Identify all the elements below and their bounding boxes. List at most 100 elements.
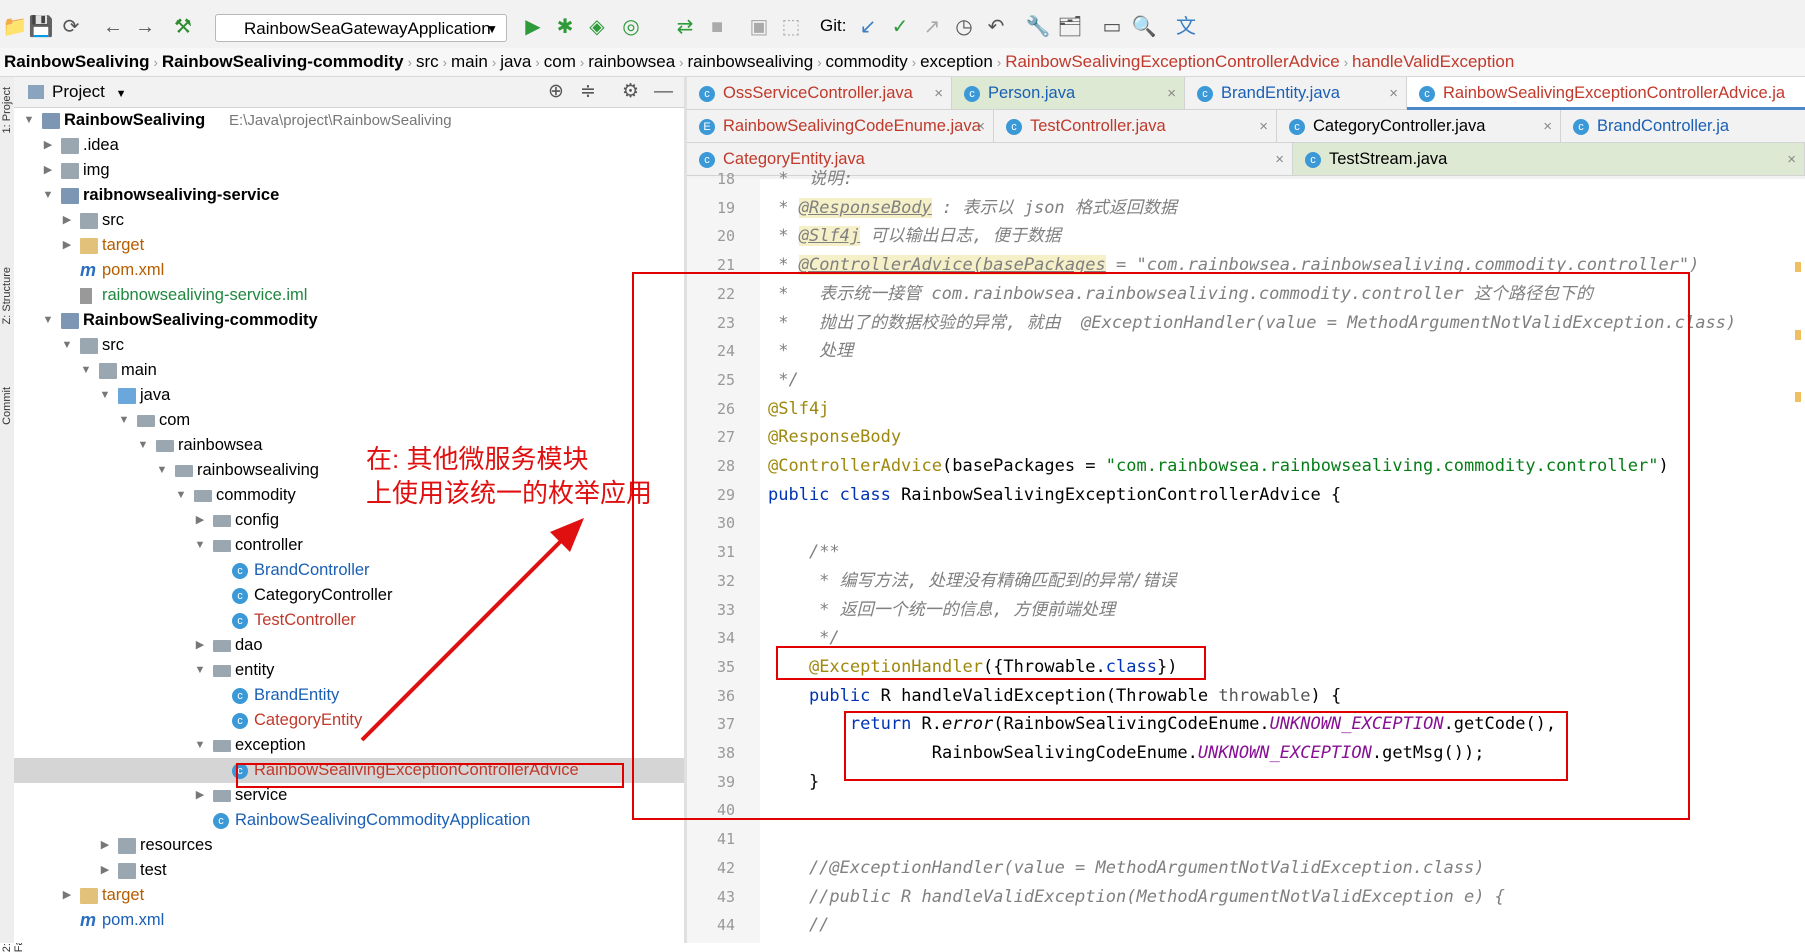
breadcrumb-item[interactable]: java: [496, 52, 535, 71]
close-icon[interactable]: ×: [1275, 143, 1284, 175]
tree-item[interactable]: ▶ .idea: [14, 133, 684, 158]
breadcrumb-item[interactable]: RainbowSealiving-commodity: [158, 52, 408, 71]
tree-item[interactable]: ▶ target: [14, 883, 684, 908]
forward-icon[interactable]: →: [132, 14, 158, 40]
git-commit-icon[interactable]: ✓: [887, 14, 913, 40]
project-tool-tab[interactable]: 1: Project: [1, 87, 13, 133]
breadcrumb-item[interactable]: rainbowsealiving: [684, 52, 818, 71]
tree-item[interactable]: ▶ img: [14, 158, 684, 183]
code-line[interactable]: * @ResponseBody : 表示以 json 格式返回数据: [768, 194, 1177, 222]
tree-item[interactable]: ▼ exception: [14, 733, 684, 758]
tree-item[interactable]: c BrandEntity: [14, 683, 684, 708]
gear-icon[interactable]: ⚙: [622, 77, 639, 107]
warning-marker[interactable]: [1795, 392, 1801, 402]
tree-item[interactable]: ▼ raibnowsealiving-service: [14, 183, 684, 208]
tree-item[interactable]: ▶ target: [14, 233, 684, 258]
breadcrumb-item[interactable]: com: [540, 52, 580, 71]
chevron-down-icon[interactable]: ▼: [41, 308, 55, 333]
tree-item[interactable]: raibnowsealiving-service.iml: [14, 283, 684, 308]
breadcrumb-item[interactable]: commodity: [822, 52, 912, 71]
tree-item[interactable]: ▼ src: [14, 333, 684, 358]
git-update-icon[interactable]: ↙: [855, 14, 881, 40]
chevron-down-icon[interactable]: ▼: [193, 533, 207, 558]
project-structure-icon[interactable]: ⬚: [778, 14, 804, 40]
chevron-right-icon[interactable]: ▶: [98, 833, 112, 858]
back-icon[interactable]: ←: [100, 14, 126, 40]
hide-icon[interactable]: —: [654, 77, 673, 107]
structure-tool-tab[interactable]: Z: Structure: [1, 267, 13, 324]
search-icon[interactable]: 🔍: [1131, 14, 1157, 40]
breadcrumb-item[interactable]: rainbowsea: [584, 52, 679, 71]
tree-item[interactable]: ▼ com: [14, 408, 684, 433]
tree-item[interactable]: c TestController: [14, 608, 684, 633]
tree-item[interactable]: ▶ src: [14, 208, 684, 233]
chevron-down-icon[interactable]: ▼: [79, 358, 93, 383]
tree-item[interactable]: ▶ test: [14, 858, 684, 883]
chevron-right-icon[interactable]: ▶: [60, 233, 74, 258]
open-folder-icon[interactable]: 📁: [2, 14, 28, 40]
tree-item[interactable]: ▼ java: [14, 383, 684, 408]
build-project-icon[interactable]: ▣: [746, 14, 772, 40]
chevron-right-icon[interactable]: ▶: [98, 858, 112, 883]
code-line[interactable]: //@ExceptionHandler(value = MethodArgume…: [768, 854, 1485, 882]
tree-item[interactable]: ▼ main: [14, 358, 684, 383]
tree-item[interactable]: c CategoryController: [14, 583, 684, 608]
chevron-down-icon[interactable]: ▼: [193, 733, 207, 758]
profile-icon[interactable]: ◎: [618, 14, 644, 40]
close-icon[interactable]: ×: [1543, 110, 1552, 142]
tree-item[interactable]: ▼ RainbowSealiving E:\Java\project\Rainbow…: [14, 108, 684, 133]
chevron-right-icon[interactable]: ▶: [41, 133, 55, 158]
tree-item[interactable]: c RainbowSealivingCommodityApplication: [14, 808, 684, 833]
rollback-icon[interactable]: ↶: [983, 14, 1009, 40]
editor-tab[interactable]: c RainbowSealivingExceptionControllerAdvi…: [1407, 77, 1805, 110]
chevron-down-icon[interactable]: ▼: [136, 433, 150, 458]
code-line[interactable]: //public R handleValidException(MethodAr…: [768, 883, 1505, 911]
code-line[interactable]: * 说明:: [768, 165, 853, 193]
tree-item[interactable]: m pom.xml: [14, 258, 684, 283]
project-structure-folder-icon[interactable]: 🗂: [1057, 14, 1083, 40]
editor-tab[interactable]: c TestStream.java ×: [1293, 143, 1805, 176]
debug-icon[interactable]: ✱: [552, 14, 578, 40]
chevron-right-icon[interactable]: ▶: [193, 783, 207, 808]
close-icon[interactable]: ×: [1787, 143, 1796, 175]
code-line[interactable]: * @Slf4j 可以输出日志, 便于数据: [768, 222, 1061, 250]
close-icon[interactable]: ×: [1389, 77, 1398, 109]
editor-tab[interactable]: E RainbowSealivingCodeEnume.java ×: [687, 110, 994, 143]
attach-icon[interactable]: ⇄: [672, 14, 698, 40]
tree-item[interactable]: ▼ controller: [14, 533, 684, 558]
chevron-right-icon[interactable]: ▶: [41, 158, 55, 183]
chevron-right-icon[interactable]: ▶: [60, 208, 74, 233]
tree-item[interactable]: c BrandController: [14, 558, 684, 583]
editor-tab[interactable]: c OssServiceController.java ×: [687, 77, 952, 110]
history-icon[interactable]: ◷: [951, 14, 977, 40]
chevron-down-icon[interactable]: ▼: [60, 333, 74, 358]
close-icon[interactable]: ×: [1259, 110, 1268, 142]
stop-icon[interactable]: ■: [704, 14, 730, 40]
tree-item[interactable]: ▶ dao: [14, 633, 684, 658]
tree-item[interactable]: c CategoryEntity: [14, 708, 684, 733]
chevron-down-icon[interactable]: ▼: [174, 483, 188, 508]
warning-marker[interactable]: [1795, 262, 1801, 272]
save-icon[interactable]: 💾: [28, 14, 54, 40]
coverage-icon[interactable]: ◈: [584, 14, 610, 40]
terminal-icon[interactable]: ▭: [1099, 14, 1125, 40]
run-configuration-select[interactable]: RainbowSeaGatewayApplication ▼: [215, 14, 507, 42]
project-view-selector[interactable]: Project ▼: [52, 77, 127, 109]
breadcrumb-item[interactable]: exception: [916, 52, 997, 71]
commit-tool-tab[interactable]: Commit: [1, 387, 13, 425]
close-icon[interactable]: ×: [1167, 77, 1176, 109]
close-icon[interactable]: ×: [976, 110, 985, 142]
translate-icon[interactable]: 文: [1173, 14, 1199, 40]
chevron-down-icon[interactable]: ▼: [22, 108, 36, 133]
breadcrumb-item[interactable]: RainbowSealivingExceptionControllerAdvic…: [1001, 52, 1344, 71]
editor-tab[interactable]: cBrandController.ja×: [1561, 110, 1805, 143]
breadcrumb-item[interactable]: main: [447, 52, 492, 71]
locate-icon[interactable]: ⊕: [548, 77, 564, 107]
chevron-down-icon[interactable]: ▼: [155, 458, 169, 483]
breadcrumb-item[interactable]: RainbowSealiving: [0, 52, 153, 71]
warning-marker[interactable]: [1795, 330, 1801, 340]
editor-tab[interactable]: c TestController.java ×: [994, 110, 1277, 143]
editor-tab[interactable]: c BrandEntity.java ×: [1185, 77, 1407, 110]
chevron-right-icon[interactable]: ▶: [193, 633, 207, 658]
code-line[interactable]: //: [768, 911, 829, 939]
